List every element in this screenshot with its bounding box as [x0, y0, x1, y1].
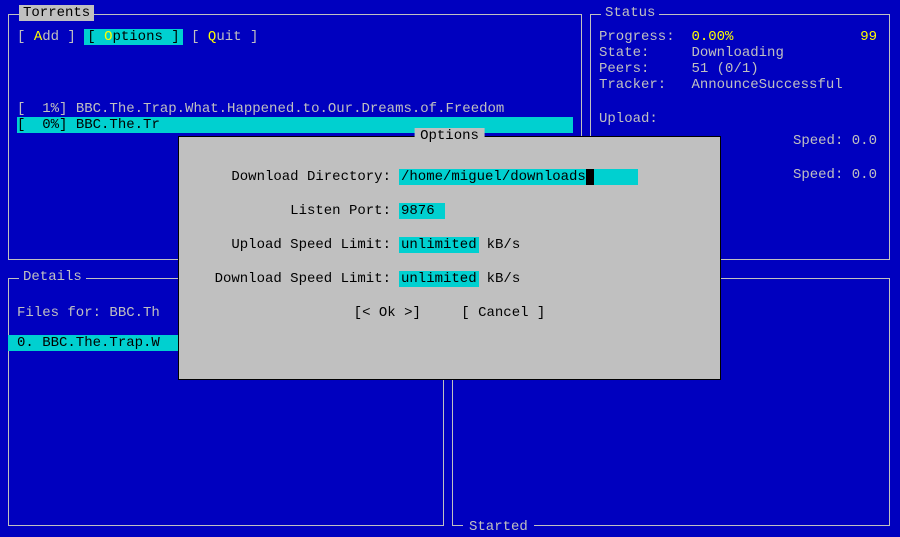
- download-limit-unit: kB/s: [487, 271, 521, 287]
- download-limit-row: Download Speed Limit: unlimited kB/s: [199, 271, 700, 287]
- upload-limit-input[interactable]: unlimited: [399, 237, 479, 253]
- listen-port-row: Listen Port: 9876: [199, 203, 700, 219]
- upload-row: Upload:: [599, 111, 881, 127]
- options-dialog: Options Download Directory: /home/miguel…: [178, 136, 721, 380]
- torrents-panel-title: Torrents: [19, 5, 94, 21]
- upload-limit-row: Upload Speed Limit: unlimited kB/s: [199, 237, 700, 253]
- status-right-number: 99: [860, 29, 877, 45]
- progress-value: 0.00%: [691, 29, 733, 45]
- ok-button[interactable]: [< Ok >]: [354, 305, 421, 321]
- torrent-row-selected[interactable]: [ 0%] BBC.The.Tr: [17, 117, 573, 133]
- download-dir-input[interactable]: /home/miguel/downloads: [399, 169, 638, 185]
- upload-limit-unit: kB/s: [487, 237, 521, 253]
- listen-port-label: Listen Port:: [199, 203, 399, 219]
- speed-2: Speed: 0.0: [793, 167, 877, 183]
- download-dir-label: Download Directory:: [199, 169, 399, 185]
- menu-add[interactable]: Add: [34, 29, 59, 45]
- state-row: State: Downloading: [599, 45, 881, 61]
- progress-row: Progress: 0.00%: [599, 29, 881, 45]
- speed-1: Speed: 0.0: [793, 133, 877, 149]
- menu-quit[interactable]: Quit: [208, 29, 242, 45]
- cancel-button[interactable]: [ Cancel ]: [461, 305, 545, 321]
- listen-port-input[interactable]: 9876: [399, 203, 445, 219]
- status-panel-title: Status: [601, 5, 659, 21]
- download-limit-label: Download Speed Limit:: [199, 271, 399, 287]
- download-limit-input[interactable]: unlimited: [399, 271, 479, 287]
- torrent-list: [ 1%] BBC.The.Trap.What.Happened.to.Our.…: [17, 101, 573, 133]
- menu-bar: [ Add ] [ Options ] [ Quit ]: [17, 29, 573, 45]
- menu-options[interactable]: [ Options ]: [84, 29, 182, 45]
- torrent-row[interactable]: [ 1%] BBC.The.Trap.What.Happened.to.Our.…: [17, 101, 573, 117]
- download-dir-row: Download Directory: /home/miguel/downloa…: [199, 169, 700, 185]
- started-label: Started: [463, 519, 534, 535]
- upload-limit-label: Upload Speed Limit:: [199, 237, 399, 253]
- details-panel-title: Details: [19, 269, 86, 285]
- text-cursor: [586, 169, 594, 185]
- options-dialog-title: Options: [414, 128, 485, 144]
- peers-row: Peers: 51 (0/1): [599, 61, 881, 77]
- tracker-row: Tracker: AnnounceSuccessful: [599, 77, 881, 93]
